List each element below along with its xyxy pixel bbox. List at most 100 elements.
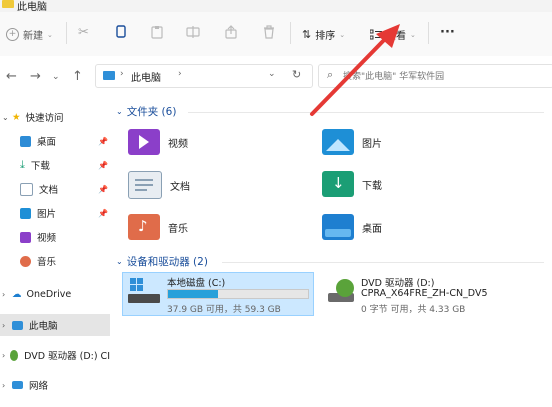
copy-button[interactable]	[114, 25, 128, 39]
drive-usage-fill	[168, 290, 219, 298]
title-bar: 此电脑	[0, 0, 552, 13]
folder-desktop[interactable]: 桌面	[322, 214, 382, 240]
arrow-right-icon: →	[30, 69, 41, 84]
download-folder-icon: ↓	[322, 171, 354, 197]
sidebar-item-label: 图片	[37, 209, 57, 220]
pin-icon: 📌	[98, 208, 108, 218]
separator	[290, 22, 291, 44]
content-pane: ⌄ 文件夹 (6) 视频 图片 文档 ↓ 下载 ♪ 音乐 桌面 ⌄ 设备和驱动器…	[110, 96, 552, 407]
breadcrumb-separator-icon: ›	[178, 69, 182, 79]
recent-button[interactable]: ⌄	[52, 72, 60, 82]
chevron-right-icon: ›	[2, 350, 6, 360]
chevron-right-icon: ›	[2, 320, 6, 330]
chevron-right-icon: ›	[2, 380, 6, 390]
folder-icon	[2, 0, 14, 8]
chevron-down-icon: ⌄	[410, 30, 416, 39]
chevron-down-icon: ⌄	[339, 30, 346, 39]
desktop-folder-icon	[322, 214, 354, 240]
paste-button[interactable]	[150, 25, 164, 39]
sidebar-item-network[interactable]: › 网络	[0, 374, 110, 396]
address-bar[interactable]: › 此电脑 › ⌄ ↻	[95, 64, 313, 88]
search-input[interactable]: 搜索"此电脑" 华军软件园	[343, 69, 444, 82]
folder-documents[interactable]: 文档	[128, 171, 190, 199]
section-divider	[222, 262, 544, 263]
sidebar-item-label: 桌面	[37, 137, 57, 148]
drives-section-title: 设备和驱动器 (2)	[126, 256, 208, 268]
sidebar-item-music[interactable]: 音乐	[0, 250, 110, 272]
sidebar-item-label: 此电脑	[29, 321, 58, 332]
sidebar-item-this-pc[interactable]: › 此电脑	[0, 314, 110, 336]
folders-section-header[interactable]: ⌄ 文件夹 (6)	[116, 104, 176, 119]
picture-icon	[20, 207, 31, 219]
drives-section-header[interactable]: ⌄ 设备和驱动器 (2)	[116, 254, 208, 269]
rename-icon	[186, 26, 200, 38]
more-button[interactable]: ···	[440, 25, 455, 40]
sort-icon: ⇅	[302, 28, 312, 41]
folder-downloads[interactable]: ↓ 下载	[322, 171, 382, 197]
search-box[interactable]: ⌕ 搜索"此电脑" 华军软件园	[318, 64, 552, 88]
delete-button[interactable]	[262, 25, 276, 39]
rename-button[interactable]	[186, 25, 200, 39]
folder-label: 音乐	[168, 223, 188, 235]
new-button[interactable]: + 新建 ⌄	[6, 27, 53, 42]
sidebar-item-quick-access[interactable]: ⌄ ★ 快速访问	[0, 106, 110, 128]
share-button[interactable]	[224, 25, 238, 39]
search-icon: ⌕	[327, 68, 334, 81]
sidebar-item-onedrive[interactable]: › ☁ OneDrive	[0, 283, 110, 305]
chevron-down-icon: ⌄	[116, 107, 123, 116]
sidebar-item-documents[interactable]: 文档 📌	[0, 178, 110, 200]
sidebar-item-downloads[interactable]: ⤓ 下载 📌	[0, 154, 110, 176]
document-folder-icon	[128, 171, 162, 199]
breadcrumb[interactable]: 此电脑	[131, 69, 161, 84]
drive-c[interactable]: 本地磁盘 (C:) 37.9 GB 可用，共 59.3 GB	[122, 272, 314, 316]
desktop-icon	[20, 135, 31, 147]
folder-pictures[interactable]: 图片	[322, 129, 382, 155]
network-icon	[12, 381, 23, 389]
sidebar-item-dvd[interactable]: › DVD 驱动器 (D:) CI	[0, 344, 110, 366]
copy-icon	[116, 25, 126, 38]
sort-label: 排序	[315, 31, 336, 42]
breadcrumb-separator-icon: ›	[120, 69, 124, 79]
drive-d[interactable]: DVD 驱动器 (D:) CPRA_X64FRE_ZH-CN_DV5 0 字节 …	[322, 272, 514, 316]
refresh-icon[interactable]: ↻	[292, 68, 301, 81]
cut-button[interactable]: ✂	[78, 25, 89, 40]
video-folder-icon	[128, 129, 160, 155]
back-button[interactable]: ←	[6, 69, 17, 84]
dvd-icon	[9, 349, 19, 361]
folder-label: 视频	[168, 138, 188, 150]
sidebar-item-label: 快速访问	[25, 113, 64, 124]
view-label: 查看	[386, 31, 406, 42]
folder-label: 图片	[362, 138, 382, 150]
computer-icon	[12, 320, 23, 330]
folders-section-title: 文件夹 (6)	[126, 106, 177, 118]
sidebar-item-videos[interactable]: 视频	[0, 226, 110, 248]
drive-usage-bar	[167, 289, 309, 299]
folder-videos[interactable]: 视频	[128, 129, 188, 155]
drive-space: 0 字节 可用，共 4.33 GB	[361, 305, 466, 315]
folder-label: 文档	[170, 181, 190, 193]
pin-icon: 📌	[98, 184, 108, 194]
forward-button[interactable]: →	[30, 69, 41, 84]
sidebar-item-desktop[interactable]: 桌面 📌	[0, 130, 110, 152]
new-label: 新建	[23, 31, 43, 42]
sidebar-item-pictures[interactable]: 图片 📌	[0, 202, 110, 224]
document-icon	[20, 182, 33, 196]
sidebar-item-label: 视频	[37, 233, 57, 244]
sidebar-item-label: 下载	[30, 161, 50, 172]
sidebar-item-label: 文档	[39, 185, 59, 196]
download-icon: ⤓	[20, 158, 25, 171]
drive-name: DVD 驱动器 (D:)	[361, 278, 435, 289]
up-button[interactable]: ↑	[72, 69, 83, 84]
star-icon: ★	[12, 111, 21, 123]
chevron-right-icon: ›	[2, 289, 6, 299]
sidebar-item-label: 网络	[29, 381, 49, 392]
music-icon	[20, 255, 31, 267]
chevron-down-icon: ⌄	[2, 112, 9, 122]
drive-volume-label: CPRA_X64FRE_ZH-CN_DV5	[361, 288, 488, 299]
sort-button[interactable]: ⇅ 排序 ⌄	[302, 27, 345, 42]
folder-music[interactable]: ♪ 音乐	[128, 214, 188, 240]
dropdown-icon[interactable]: ⌄	[268, 69, 276, 79]
command-bar: + 新建 ⌄ ✂ ⇅ 排序 ⌄ 查看 ⌄ ···	[0, 12, 552, 57]
view-button[interactable]: 查看 ⌄	[370, 27, 416, 42]
navigation-pane: ⌄ ★ 快速访问 桌面 📌 ⤓ 下载 📌 文档 📌 图片 📌 视频 音乐 › ☁…	[0, 96, 110, 407]
